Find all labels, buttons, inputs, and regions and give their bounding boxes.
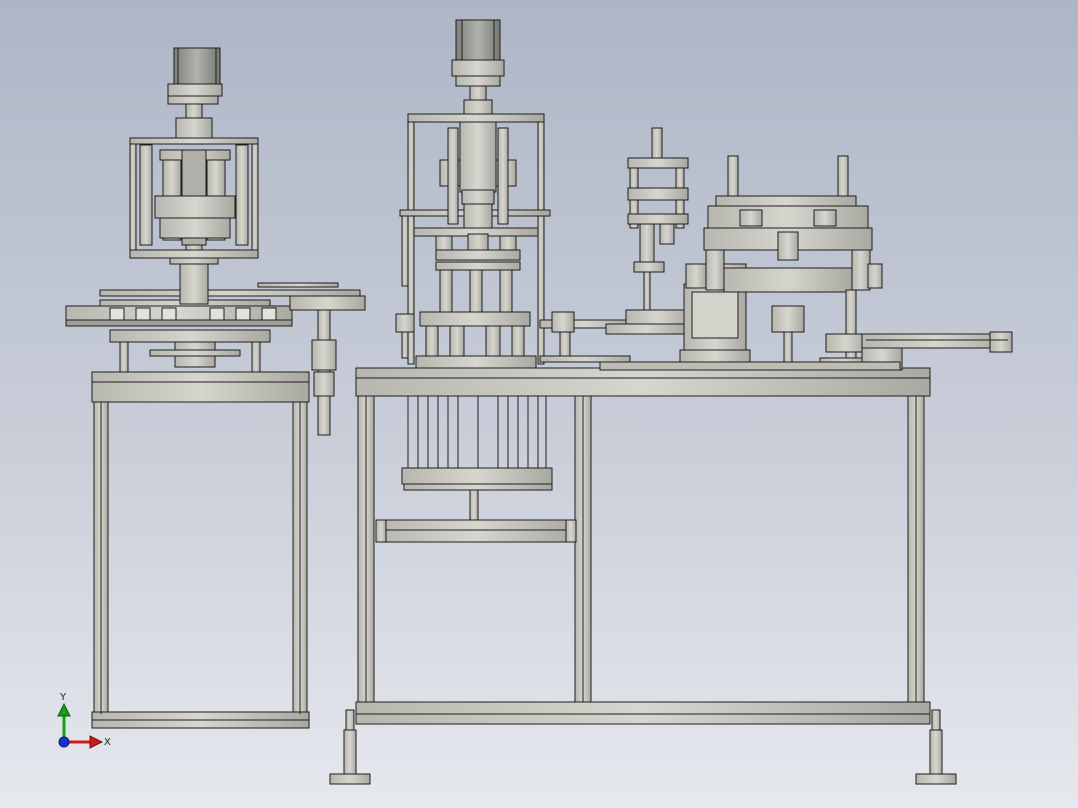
right-table[interactable] <box>329 367 957 785</box>
press-station-2[interactable] <box>685 155 883 293</box>
triad-y-label: Y <box>59 692 67 703</box>
left-servo-motor[interactable] <box>173 47 221 85</box>
center-tower[interactable] <box>395 19 631 369</box>
press-station-1[interactable] <box>605 127 691 335</box>
center-servo-motor[interactable] <box>455 19 501 61</box>
cad-viewport[interactable]: Y X <box>0 0 1078 808</box>
hanging-rods <box>407 396 547 470</box>
left-machine[interactable] <box>65 47 366 729</box>
triad-x-label: X <box>104 737 111 748</box>
left-frame <box>91 371 310 729</box>
right-stations[interactable] <box>599 127 1013 371</box>
